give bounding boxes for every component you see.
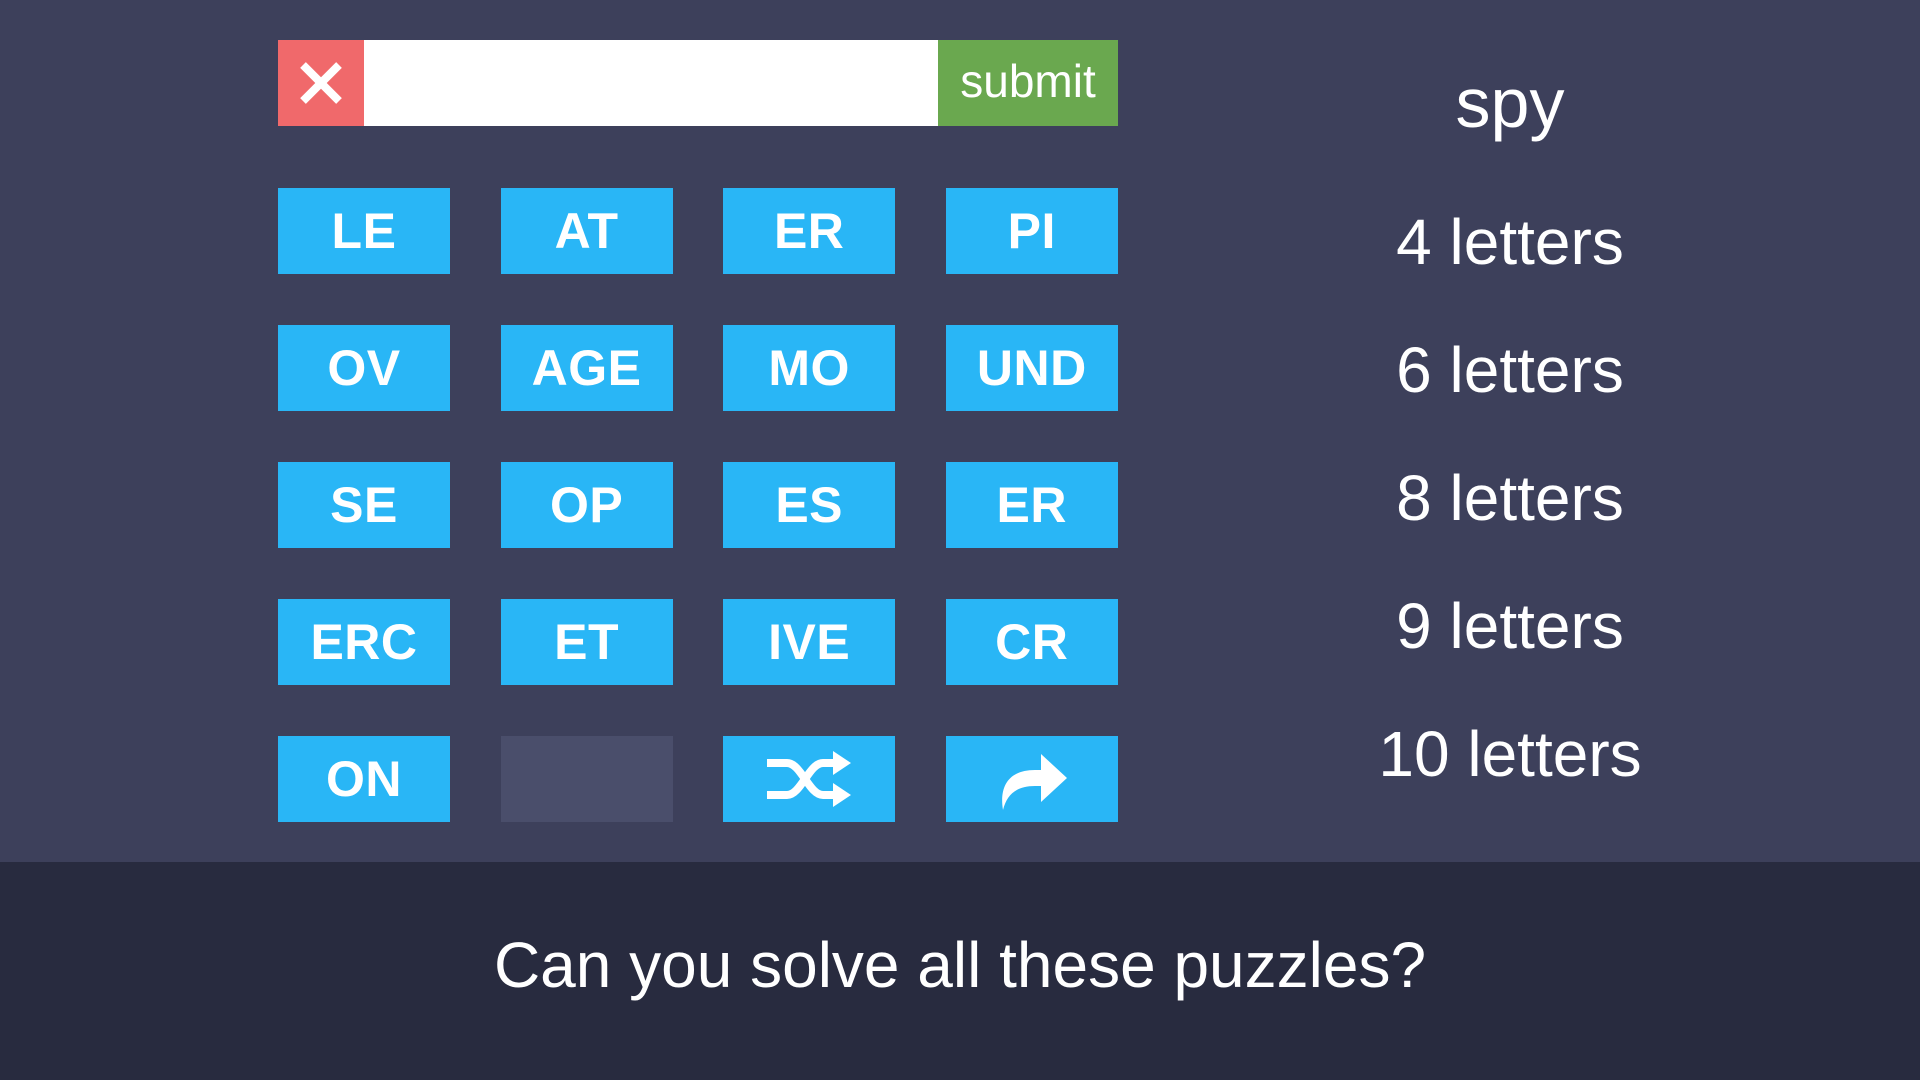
answer-length-hint: 10 letters (1378, 718, 1642, 790)
game-screen: submit LE AT ER PI OV AGE MO UND SE OP E… (0, 0, 1920, 1080)
letter-tile[interactable]: PI (945, 188, 1118, 274)
letter-tile[interactable]: ON (278, 736, 450, 822)
letter-tile[interactable]: ES (723, 462, 896, 548)
clue-word: spy (1455, 64, 1565, 142)
letter-tile[interactable]: IVE (723, 599, 896, 685)
footer-banner: Can you solve all these puzzles? (0, 862, 1920, 1080)
letter-tile[interactable]: MO (723, 325, 896, 411)
answer-length-hint: 9 letters (1396, 590, 1624, 662)
skip-button[interactable] (945, 736, 1118, 822)
letter-tile[interactable]: ERC (278, 599, 450, 685)
redo-arrow-icon (1001, 754, 1067, 810)
answer-bar: submit (278, 40, 1118, 126)
close-icon (300, 62, 342, 104)
letter-tile[interactable]: CR (945, 599, 1118, 685)
answer-input[interactable] (364, 40, 938, 126)
footer-caption: Can you solve all these puzzles? (493, 929, 1427, 1001)
shuffle-icon (767, 751, 852, 807)
answer-length-hint: 8 letters (1396, 462, 1624, 534)
submit-button[interactable]: submit (938, 40, 1118, 126)
letter-tile[interactable]: OV (278, 325, 450, 411)
empty-tile-slot (500, 736, 673, 822)
answer-length-hint: 6 letters (1396, 334, 1624, 406)
letter-tile[interactable]: ET (500, 599, 673, 685)
tile-grid: LE AT ER PI OV AGE MO UND SE OP ES ER ER… (278, 188, 1118, 822)
letter-tile[interactable]: ER (945, 462, 1118, 548)
letter-tile[interactable]: AGE (500, 325, 673, 411)
letter-tile[interactable]: UND (945, 325, 1118, 411)
letter-tile[interactable]: AT (500, 188, 673, 274)
shuffle-button[interactable] (723, 736, 896, 822)
letter-tile[interactable]: OP (500, 462, 673, 548)
letter-tile[interactable]: LE (278, 188, 450, 274)
answer-length-hint: 4 letters (1396, 206, 1624, 278)
letter-tile[interactable]: SE (278, 462, 450, 548)
clear-button[interactable] (278, 40, 364, 126)
letter-tile[interactable]: ER (723, 188, 896, 274)
